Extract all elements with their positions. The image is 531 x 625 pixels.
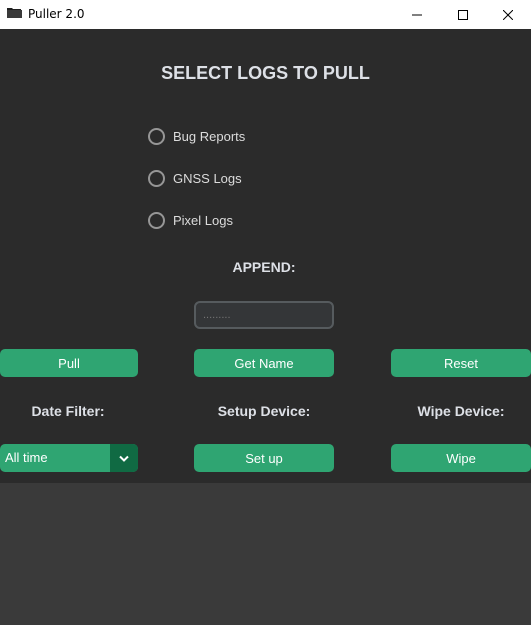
get-name-button[interactable]: Get Name: [194, 349, 334, 377]
radio-circle[interactable]: [148, 128, 165, 145]
title-bar: Puller 2.0: [0, 0, 531, 29]
setup-button[interactable]: Set up: [194, 444, 334, 472]
radio-circle[interactable]: [148, 170, 165, 187]
wipe-button[interactable]: Wipe: [391, 444, 531, 472]
chevron-down-icon: [119, 455, 129, 462]
setup-device-label: Setup Device:: [217, 403, 311, 419]
append-input[interactable]: [194, 301, 334, 329]
date-filter-label: Date Filter:: [31, 403, 105, 419]
radio-label: Pixel Logs: [173, 213, 233, 228]
reset-button[interactable]: Reset: [391, 349, 531, 377]
radio-pixel-logs[interactable]: Pixel Logs: [148, 212, 233, 229]
radio-label: Bug Reports: [173, 129, 246, 144]
minimize-icon: [412, 14, 422, 15]
wipe-device-label: Wipe Device:: [417, 403, 505, 419]
radio-label: GNSS Logs: [173, 171, 242, 186]
page-title: SELECT LOGS TO PULL: [161, 63, 370, 83]
radio-gnss-logs[interactable]: GNSS Logs: [148, 170, 242, 187]
window-title: Puller 2.0: [28, 7, 85, 21]
close-button[interactable]: [485, 0, 531, 29]
minimize-button[interactable]: [394, 0, 440, 29]
close-icon: [503, 9, 513, 20]
maximize-icon: [458, 9, 468, 20]
maximize-button[interactable]: [440, 0, 486, 29]
pull-button[interactable]: Pull: [0, 349, 138, 377]
radio-bug-reports[interactable]: Bug Reports: [148, 128, 245, 145]
date-filter-value: All time: [5, 450, 48, 465]
append-label: APPEND:: [232, 259, 296, 275]
date-filter-dropdown[interactable]: All time: [0, 444, 138, 472]
dropdown-arrow-button[interactable]: [110, 444, 138, 472]
radio-circle[interactable]: [148, 212, 165, 229]
folder-icon: [7, 8, 22, 18]
